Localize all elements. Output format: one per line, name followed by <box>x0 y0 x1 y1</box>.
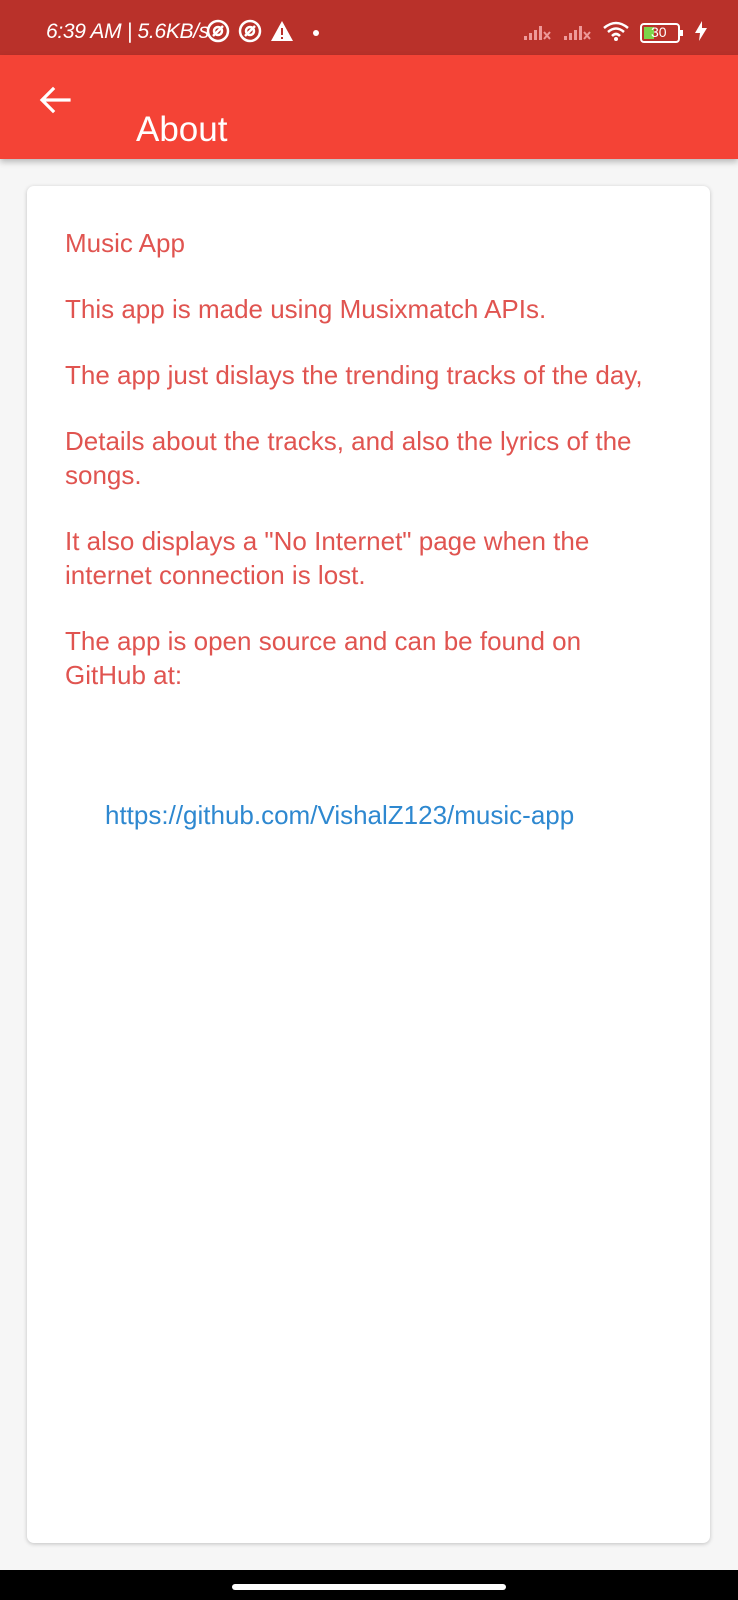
no-internet-info-text: It also displays a "No Internet" page wh… <box>65 526 590 590</box>
battery-level: 30 <box>651 24 667 40</box>
signal-icon <box>522 20 552 47</box>
status-left-icons <box>206 19 320 48</box>
trending-info-text: The app just dislays the trending tracks… <box>65 360 643 390</box>
status-right-icons: 30 <box>522 20 708 46</box>
charging-icon <box>694 20 708 47</box>
wifi-icon <box>602 20 630 47</box>
warning-icon <box>270 19 294 48</box>
at-sign-icon <box>206 19 230 48</box>
at-sign-icon <box>238 19 262 48</box>
app-name-text: Music App <box>65 228 185 258</box>
details-info-text: Details about the tracks, and also the l… <box>65 426 632 490</box>
home-indicator[interactable] <box>232 1584 506 1590</box>
open-source-info-text: The app is open source and can be found … <box>65 626 582 690</box>
api-info-text: This app is made using Musixmatch APIs. <box>65 294 547 324</box>
dot-icon <box>312 24 320 42</box>
back-button[interactable] <box>32 79 78 125</box>
signal-icon <box>562 20 592 47</box>
github-link[interactable]: https://github.com/VishalZ123/music-app <box>105 800 574 831</box>
battery-icon: 30 <box>640 22 684 44</box>
page-title: About <box>136 110 228 150</box>
arrow-left-icon <box>39 86 71 119</box>
about-text: Music App This app is made using Musixma… <box>65 226 655 724</box>
app-bar: About <box>0 55 738 159</box>
status-time: 6:39 AM | 5.6KB/s <box>46 20 209 43</box>
about-card: Music App This app is made using Musixma… <box>27 186 710 1543</box>
status-bar: 6:39 AM | 5.6KB/s 30 <box>0 0 738 55</box>
